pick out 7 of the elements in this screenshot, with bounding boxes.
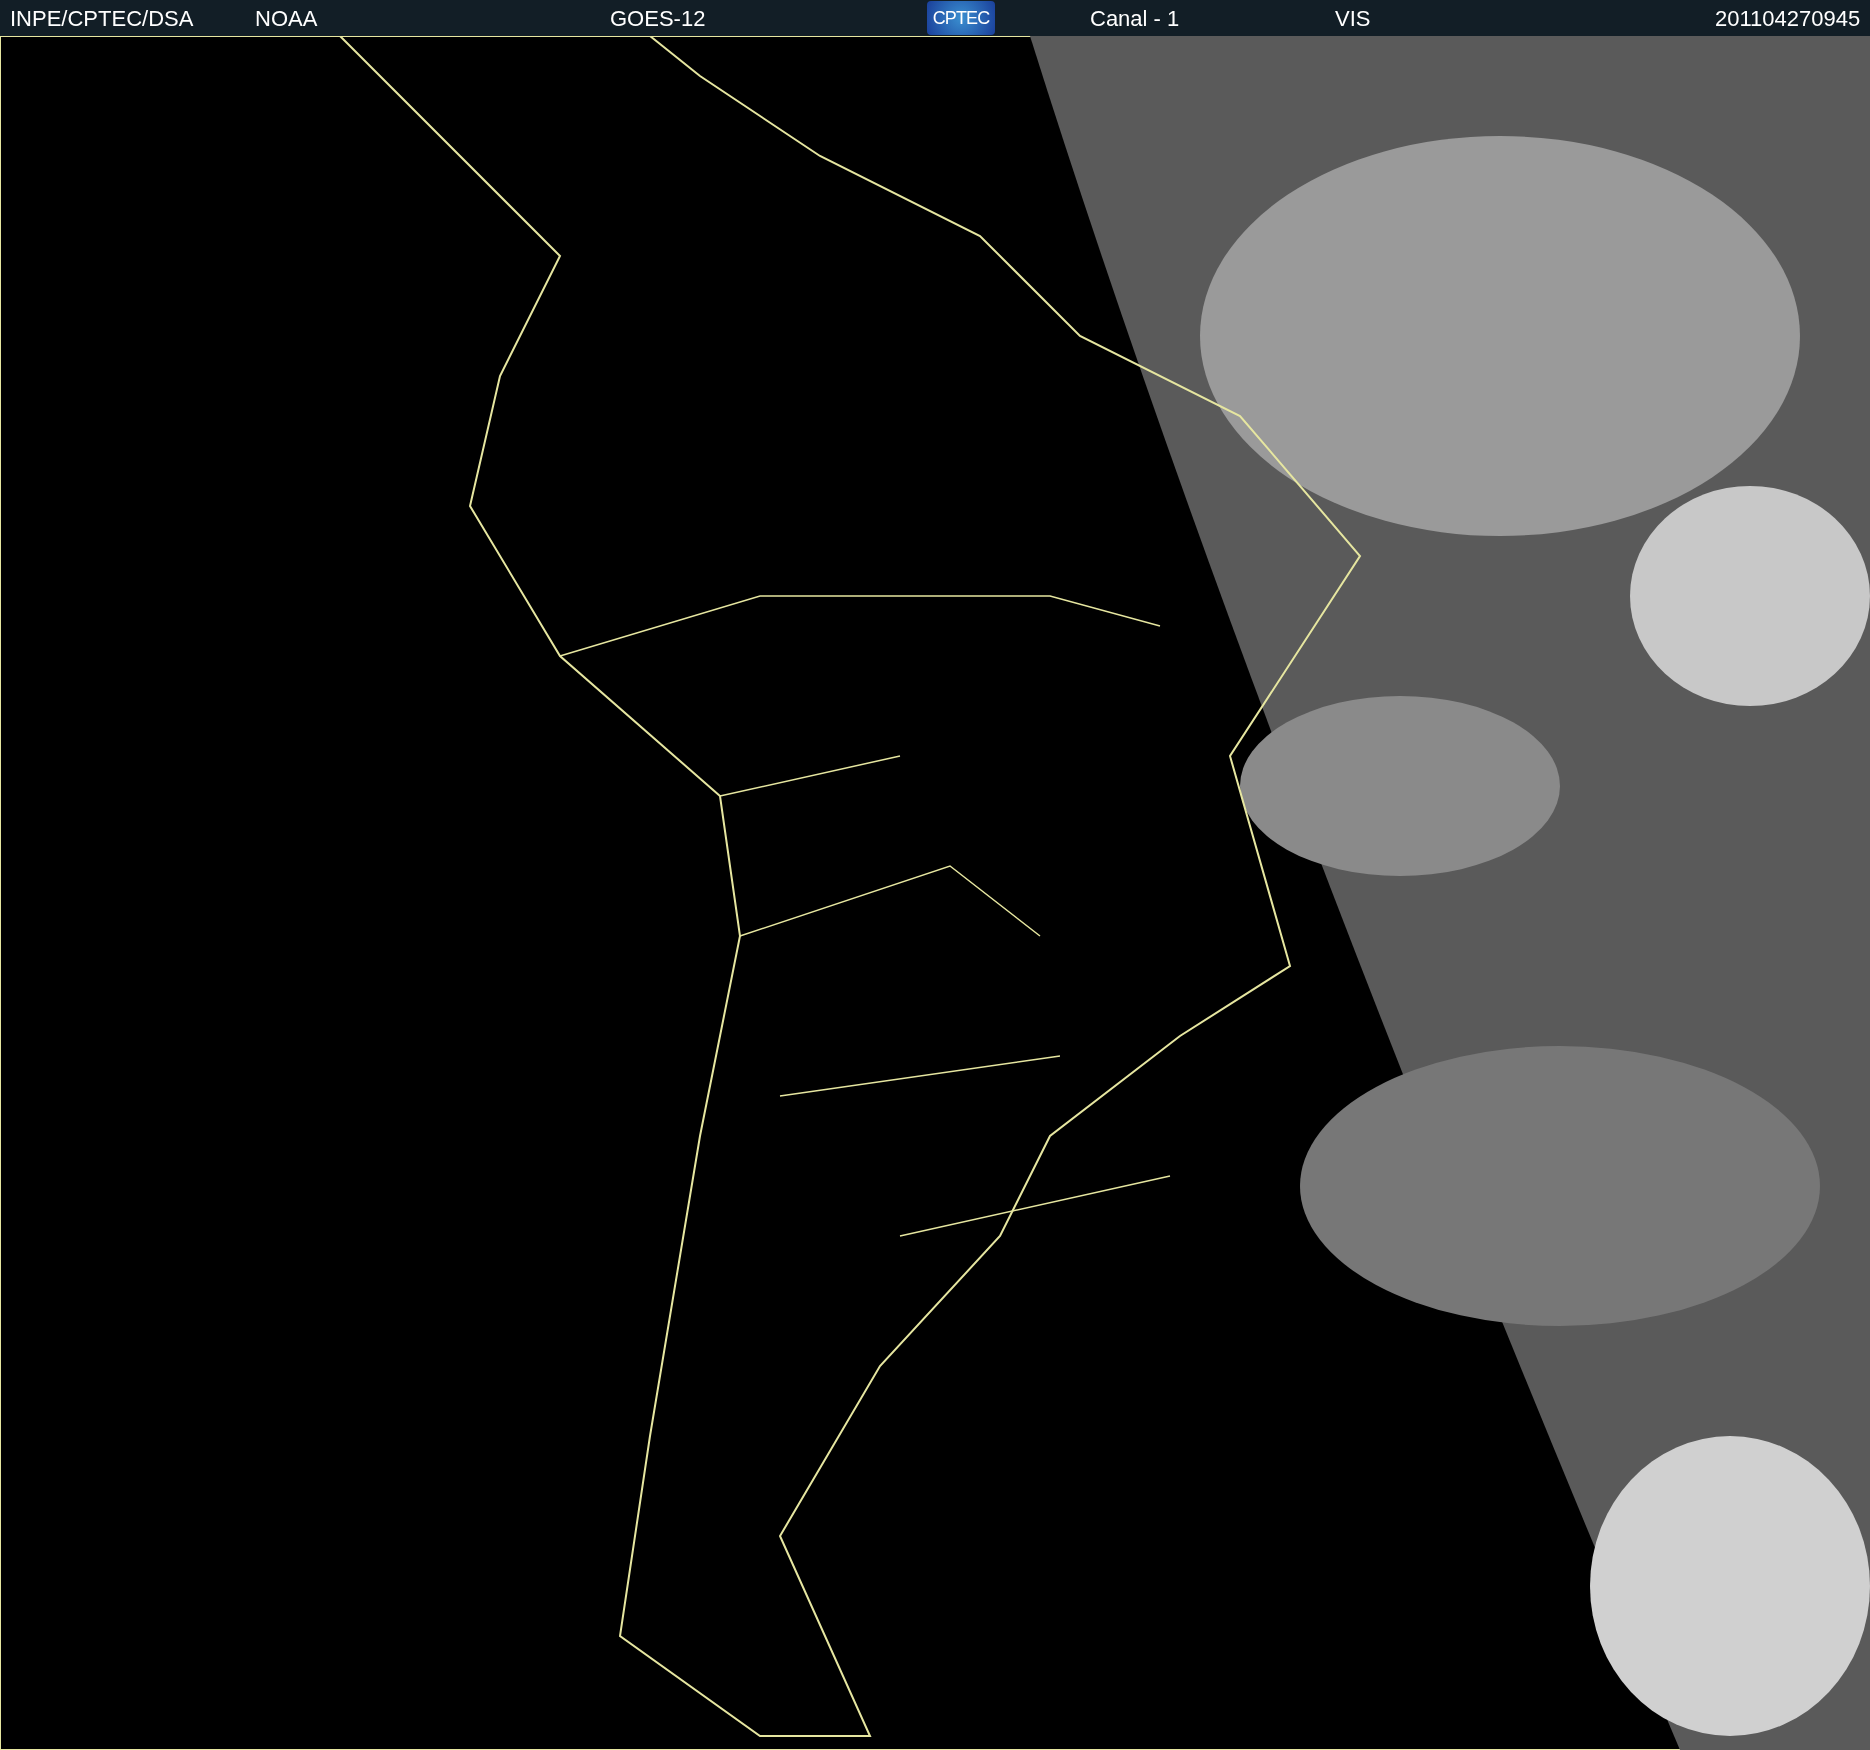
timestamp: 201104270945 xyxy=(1715,4,1861,33)
header-label: VIS xyxy=(1335,5,1371,31)
header-label: Canal - 1 xyxy=(1090,5,1180,31)
header-label: GOES-12 xyxy=(610,5,706,31)
header-label: INPE/CPTEC/DSA xyxy=(10,5,194,31)
logo-badge: CPTEC xyxy=(927,1,995,35)
header-label: NOAA xyxy=(255,5,318,31)
